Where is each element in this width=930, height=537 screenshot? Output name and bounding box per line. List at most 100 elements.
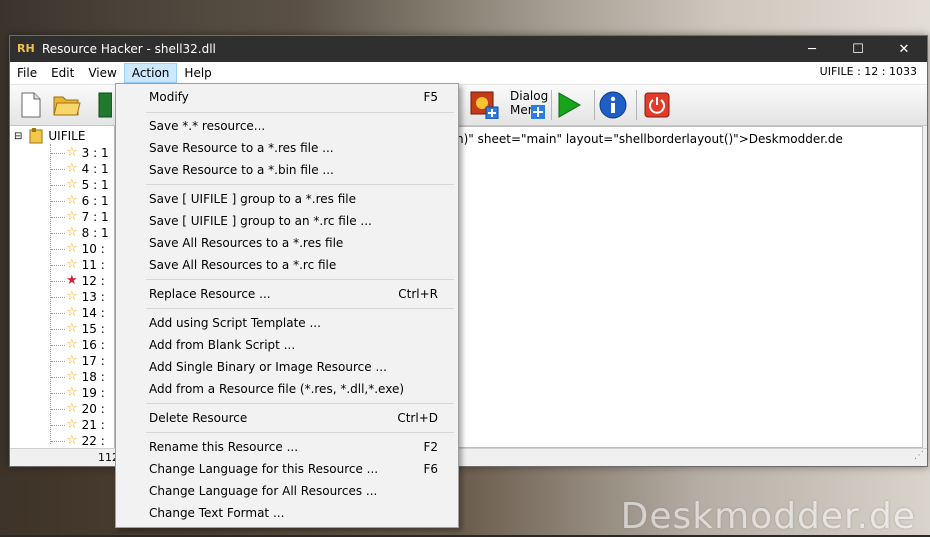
tree-item-label: 5 : 1 <box>81 178 109 192</box>
tree-item[interactable]: ☆ 11 : <box>66 257 105 273</box>
tree-item[interactable]: ☆ 4 : 1 <box>66 161 109 177</box>
tree-item[interactable]: ★ 12 : <box>66 273 105 289</box>
action-menu-item[interactable]: Add Single Binary or Image Resource ... <box>116 356 458 378</box>
menu-item-label: Rename this Resource ... <box>149 440 299 454</box>
menu-item-label: Save All Resources to a *.res file <box>149 236 344 250</box>
star-icon: ☆ <box>66 145 78 160</box>
menu-item-label: Delete Resource <box>149 411 248 425</box>
star-icon: ☆ <box>66 257 78 272</box>
star-icon: ☆ <box>66 385 78 400</box>
tree-item[interactable]: ☆ 7 : 1 <box>66 209 109 225</box>
app-icon: RH <box>17 42 35 55</box>
menu-separator <box>146 184 454 185</box>
action-menu-item[interactable]: Change Language for this Resource ... F6 <box>116 458 458 480</box>
menu-item-shortcut: F5 <box>423 90 438 104</box>
run-script-icon[interactable] <box>554 90 584 120</box>
tree-item[interactable]: ☆ 16 : <box>66 337 105 353</box>
star-icon: ☆ <box>66 321 78 336</box>
action-menu-item[interactable]: Save All Resources to a *.rc file <box>116 254 458 276</box>
menu-item-shortcut: Ctrl+D <box>397 411 438 425</box>
menu-item-label: Save All Resources to a *.rc file <box>149 258 337 272</box>
resize-grip-icon[interactable]: ⋰ <box>914 450 924 461</box>
title-bar[interactable]: RH Resource Hacker - shell32.dll ─ ☐ ✕ <box>10 36 927 62</box>
tree-item-label: 8 : 1 <box>81 226 109 240</box>
collapse-icon[interactable]: ⊟ <box>14 131 22 142</box>
tree-item[interactable]: ☆ 6 : 1 <box>66 193 109 209</box>
action-menu-item[interactable]: Save [ UIFILE ] group to an *.rc file ..… <box>116 210 458 232</box>
action-menu-item[interactable]: Save Resource to a *.res file ... <box>116 137 458 159</box>
tree-item-label: 22 : <box>81 434 105 448</box>
tree-guide-line <box>51 377 65 378</box>
action-menu-item[interactable]: Change Text Format ... <box>116 502 458 524</box>
tree-item[interactable]: ☆ 5 : 1 <box>66 177 109 193</box>
open-folder-icon[interactable] <box>52 90 82 120</box>
menu-separator <box>146 403 454 404</box>
action-menu-item[interactable]: Change Language for All Resources ... <box>116 480 458 502</box>
tree-item[interactable]: ☆ 10 : <box>66 241 105 257</box>
resource-tree[interactable]: ⊟ UIFILE ☆ 3 : 1 ☆ 4 : 1 ☆ 5 : 1 ☆ 6 : 1 ☆ 7 : 1 ☆… <box>10 126 115 448</box>
menu-item-label: Save Resource to a *.bin file ... <box>149 163 334 177</box>
action-menu-item[interactable]: Modify F5 <box>116 86 458 108</box>
tree-item[interactable]: ☆ 19 : <box>66 385 105 401</box>
tree-item-label: 11 : <box>81 258 105 272</box>
close-button[interactable]: ✕ <box>881 36 927 62</box>
tree-item[interactable]: ☆ 22 : <box>66 433 105 449</box>
menu-item-label: Change Language for this Resource ... <box>149 462 379 476</box>
tree-item-label: 21 : <box>81 418 105 432</box>
exit-icon[interactable] <box>642 90 672 120</box>
tree-item[interactable]: ☆ 13 : <box>66 289 105 305</box>
menu-file[interactable]: File <box>10 63 44 83</box>
tree-item-label: 13 : <box>81 290 105 304</box>
minimize-button[interactable]: ─ <box>789 36 835 62</box>
star-icon: ☆ <box>66 337 78 352</box>
tree-guide-line <box>51 201 65 202</box>
action-menu-dropdown: Modify F5 Save *.* resource... Save Resourc… <box>115 83 459 528</box>
tree-root-label: UIFILE <box>48 129 86 143</box>
info-icon[interactable] <box>598 90 628 120</box>
tree-guide-line <box>51 361 65 362</box>
action-menu-item[interactable]: Add from a Resource file (*.res, *.dll,*… <box>116 378 458 400</box>
tree-root-item[interactable]: ⊟ UIFILE <box>14 128 85 144</box>
tree-item-label: 4 : 1 <box>81 162 109 176</box>
maximize-button[interactable]: ☐ <box>835 36 881 62</box>
tree-item[interactable]: ☆ 3 : 1 <box>66 145 109 161</box>
star-icon: ☆ <box>66 353 78 368</box>
action-menu-item[interactable]: Replace Resource ... Ctrl+R <box>116 283 458 305</box>
tree-item[interactable]: ☆ 17 : <box>66 353 105 369</box>
tree-guide-line <box>51 265 65 266</box>
action-menu-item[interactable]: Delete Resource Ctrl+D <box>116 407 458 429</box>
action-menu-item[interactable]: Add from Blank Script ... <box>116 334 458 356</box>
action-menu-item[interactable]: Save All Resources to a *.res file <box>116 232 458 254</box>
tree-item[interactable]: ☆ 15 : <box>66 321 105 337</box>
selected-star-icon: ★ <box>66 273 78 288</box>
action-menu-item[interactable]: Save Resource to a *.bin file ... <box>116 159 458 181</box>
tree-item-label: 3 : 1 <box>81 146 109 160</box>
tree-item-label: 6 : 1 <box>81 194 109 208</box>
window-title: Resource Hacker - shell32.dll <box>42 42 216 56</box>
action-menu-item[interactable]: Rename this Resource ... F2 <box>116 436 458 458</box>
action-menu-item[interactable]: Save [ UIFILE ] group to a *.res file <box>116 188 458 210</box>
action-menu-item[interactable]: Add using Script Template ... <box>116 312 458 334</box>
add-image-icon[interactable] <box>470 90 500 120</box>
tree-item-label: 7 : 1 <box>81 210 109 224</box>
menu-help[interactable]: Help <box>177 63 218 83</box>
new-file-icon[interactable] <box>16 90 46 120</box>
tree-guide-line <box>51 345 65 346</box>
menu-action[interactable]: Action <box>123 63 178 83</box>
tree-item-label: 17 : <box>81 354 105 368</box>
tree-item[interactable]: ☆ 18 : <box>66 369 105 385</box>
star-icon: ☆ <box>66 209 78 224</box>
star-icon: ☆ <box>66 369 78 384</box>
menu-edit[interactable]: Edit <box>44 63 81 83</box>
tree-guide-line <box>51 441 65 442</box>
menu-view[interactable]: View <box>81 63 123 83</box>
tree-item[interactable]: ☆ 21 : <box>66 417 105 433</box>
toolbar-separator <box>551 90 552 120</box>
tree-item[interactable]: ☆ 14 : <box>66 305 105 321</box>
tree-item[interactable]: ☆ 8 : 1 <box>66 225 109 241</box>
folder-icon <box>29 128 43 144</box>
action-menu-item[interactable]: Save *.* resource... <box>116 115 458 137</box>
tree-item[interactable]: ☆ 20 : <box>66 401 105 417</box>
menu-item-label: Change Text Format ... <box>149 506 285 520</box>
menu-item-label: Save [ UIFILE ] group to a *.res file <box>149 192 357 206</box>
